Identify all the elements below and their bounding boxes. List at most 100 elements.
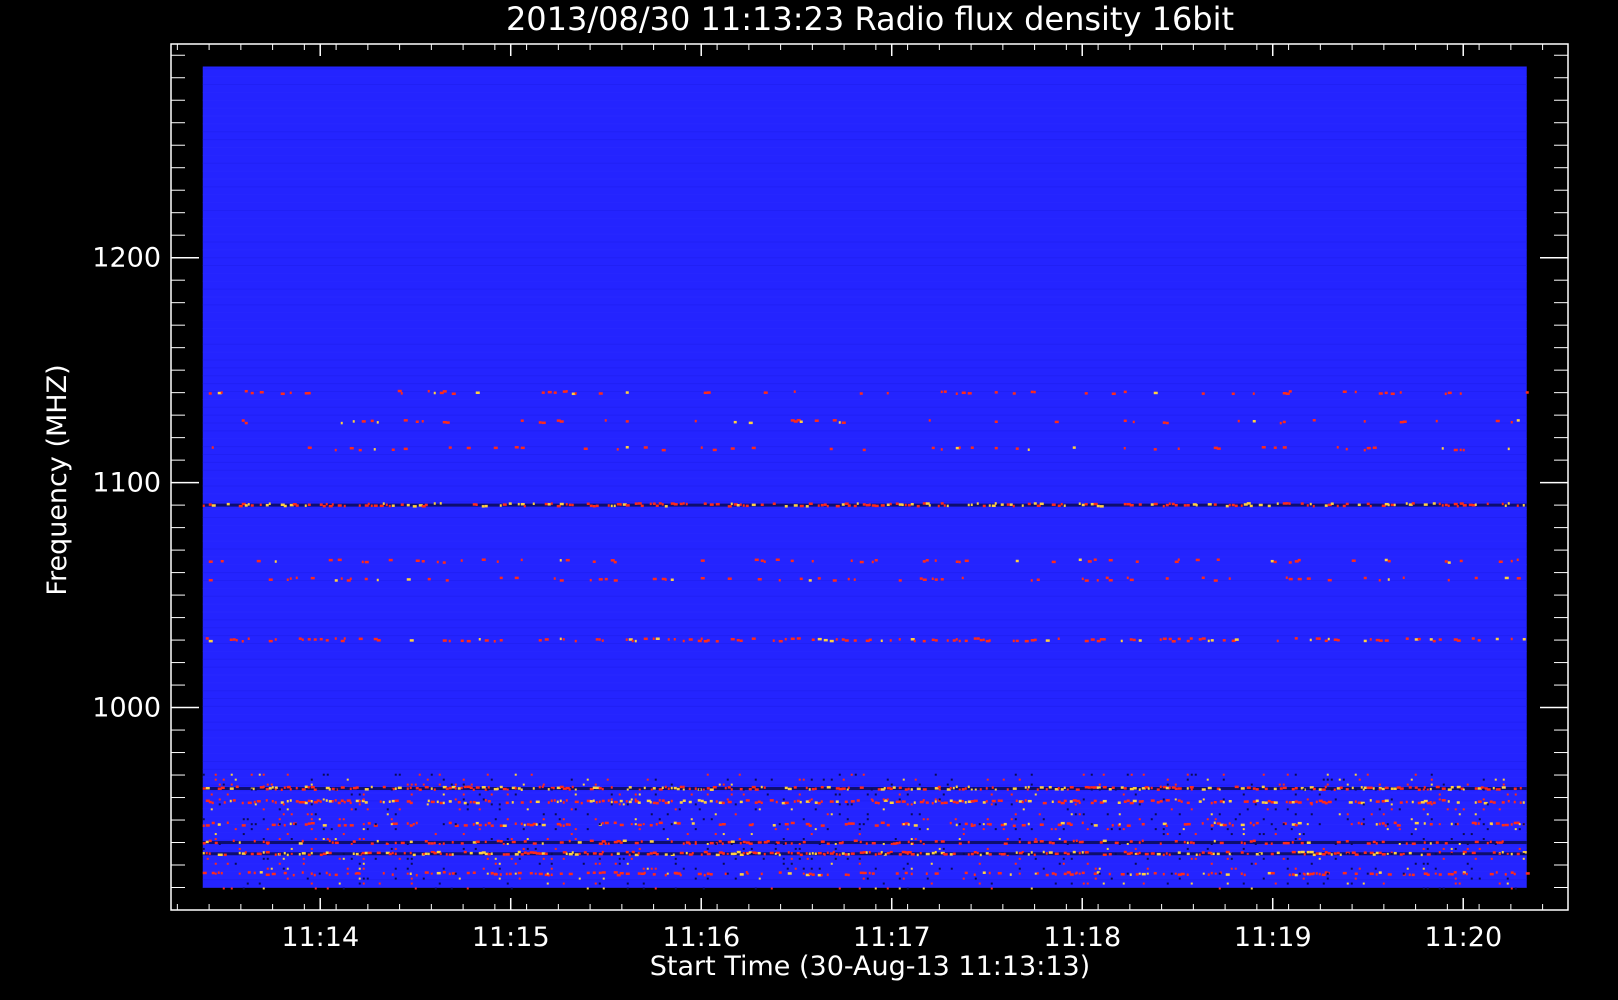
heatmap-emission-cell	[997, 799, 1001, 802]
heatmap-noise-cell	[1470, 877, 1473, 880]
heatmap-emission-cell	[334, 448, 337, 452]
heatmap-emission-cell	[598, 786, 602, 790]
heatmap-noise-cell	[706, 793, 709, 796]
heatmap-noise-cell	[1430, 818, 1433, 821]
heatmap-noise-cell	[1346, 818, 1349, 821]
heatmap-emission-cell	[1021, 504, 1024, 507]
heatmap-noise-cell	[1254, 862, 1257, 865]
heatmap-emission-cell	[922, 788, 927, 791]
heatmap-emission-cell	[1141, 822, 1145, 826]
heatmap-noise-cell	[394, 773, 397, 776]
heatmap-noise-cell	[1470, 833, 1473, 836]
heatmap-emission-cell	[784, 505, 788, 508]
heatmap-emission-cell	[1129, 840, 1133, 843]
heatmap-emission-cell	[1522, 504, 1525, 507]
heatmap-emission-cell	[499, 639, 503, 642]
heatmap-emission-cell	[1072, 850, 1076, 854]
heatmap-emission-cell	[1102, 638, 1106, 641]
heatmap-emission-cell	[928, 504, 931, 507]
heatmap-noise-cell	[714, 833, 717, 836]
heatmap-noise-cell	[358, 867, 361, 870]
heatmap-emission-cell	[985, 787, 988, 790]
heatmap-emission-cell	[925, 559, 929, 562]
heatmap-emission-cell	[799, 800, 802, 804]
heatmap-emission-cell	[1084, 579, 1089, 582]
heatmap-emission-cell	[694, 787, 697, 790]
heatmap-emission-cell	[715, 853, 720, 857]
heatmap-noise-cell	[502, 842, 505, 845]
heatmap-emission-cell	[598, 800, 601, 803]
heatmap-noise-cell	[1422, 808, 1425, 811]
heatmap-emission-cell	[904, 871, 908, 875]
heatmap-noise-cell	[426, 803, 429, 806]
heatmap-emission-cell	[859, 786, 864, 789]
heatmap-noise-cell	[1458, 842, 1461, 845]
heatmap-noise-cell	[950, 778, 953, 781]
heatmap-emission-cell	[1456, 505, 1459, 508]
heatmap-noise-cell	[626, 788, 629, 791]
heatmap-emission-cell	[763, 560, 766, 563]
heatmap-noise-cell	[1298, 838, 1301, 841]
heatmap-emission-cell	[1285, 841, 1290, 845]
heatmap-noise-cell	[1114, 852, 1117, 855]
heatmap-emission-cell	[631, 639, 634, 643]
heatmap-emission-cell	[520, 446, 525, 450]
heatmap-emission-cell	[598, 842, 603, 846]
heatmap-noise-cell	[1274, 882, 1277, 885]
heatmap-noise-cell	[526, 838, 529, 841]
heatmap-emission-cell	[565, 799, 568, 802]
heatmap-emission-cell	[688, 787, 691, 791]
heatmap-noise-cell	[1118, 842, 1121, 845]
heatmap-emission-cell	[1501, 850, 1504, 854]
heatmap-emission-cell	[1324, 801, 1328, 805]
heatmap-emission-cell	[520, 788, 523, 791]
heatmap-emission-cell	[775, 800, 778, 804]
heatmap-noise-cell	[1206, 818, 1209, 821]
heatmap-noise-cell	[898, 877, 901, 880]
heatmap-noise-cell	[506, 842, 509, 845]
heatmap-emission-cell	[898, 841, 901, 844]
heatmap-emission-cell	[805, 786, 808, 790]
heatmap-emission-cell	[787, 872, 792, 875]
heatmap-noise-cell	[598, 862, 601, 865]
heatmap-noise-cell	[350, 857, 353, 860]
heatmap-emission-cell	[1327, 578, 1332, 582]
heatmap-noise-cell	[918, 783, 921, 786]
heatmap-emission-cell	[1114, 841, 1119, 845]
heatmap-emission-cell	[1012, 392, 1016, 395]
heatmap-emission-cell	[433, 788, 436, 791]
heatmap-emission-cell	[823, 638, 828, 642]
heatmap-emission-cell	[1258, 503, 1263, 507]
heatmap-emission-cell	[400, 503, 404, 506]
heatmap-emission-cell	[319, 853, 323, 857]
heatmap-emission-cell	[367, 851, 372, 855]
heatmap-emission-cell	[862, 503, 866, 506]
heatmap-emission-cell	[1261, 785, 1265, 789]
heatmap-emission-cell	[700, 576, 705, 580]
heatmap-emission-cell	[1084, 392, 1088, 395]
heatmap-emission-cell	[1216, 852, 1220, 856]
heatmap-noise-cell	[714, 842, 717, 845]
heatmap-emission-cell	[517, 871, 522, 875]
heatmap-emission-cell	[310, 799, 313, 803]
heatmap-emission-cell	[382, 872, 385, 875]
heatmap-emission-cell	[1192, 841, 1195, 845]
heatmap-emission-cell	[1507, 502, 1510, 505]
heatmap-emission-cell	[679, 785, 683, 789]
heatmap-emission-cell	[934, 850, 937, 854]
heatmap-noise-cell	[790, 857, 793, 860]
heatmap-emission-cell	[205, 851, 208, 855]
heatmap-noise-cell	[1162, 798, 1165, 801]
heatmap-emission-cell	[703, 873, 706, 877]
heatmap-emission-cell	[1150, 503, 1154, 506]
heatmap-noise-cell	[314, 838, 317, 841]
heatmap-emission-cell	[1162, 637, 1167, 641]
heatmap-noise-cell	[1034, 857, 1037, 860]
heatmap-emission-cell	[478, 823, 482, 827]
heatmap-emission-cell	[1342, 871, 1347, 875]
heatmap-emission-cell	[1129, 638, 1133, 641]
heatmap-emission-cell	[1369, 638, 1372, 641]
heatmap-emission-cell	[1474, 801, 1477, 804]
heatmap-emission-cell	[232, 839, 235, 843]
heatmap-noise-cell	[218, 842, 221, 845]
